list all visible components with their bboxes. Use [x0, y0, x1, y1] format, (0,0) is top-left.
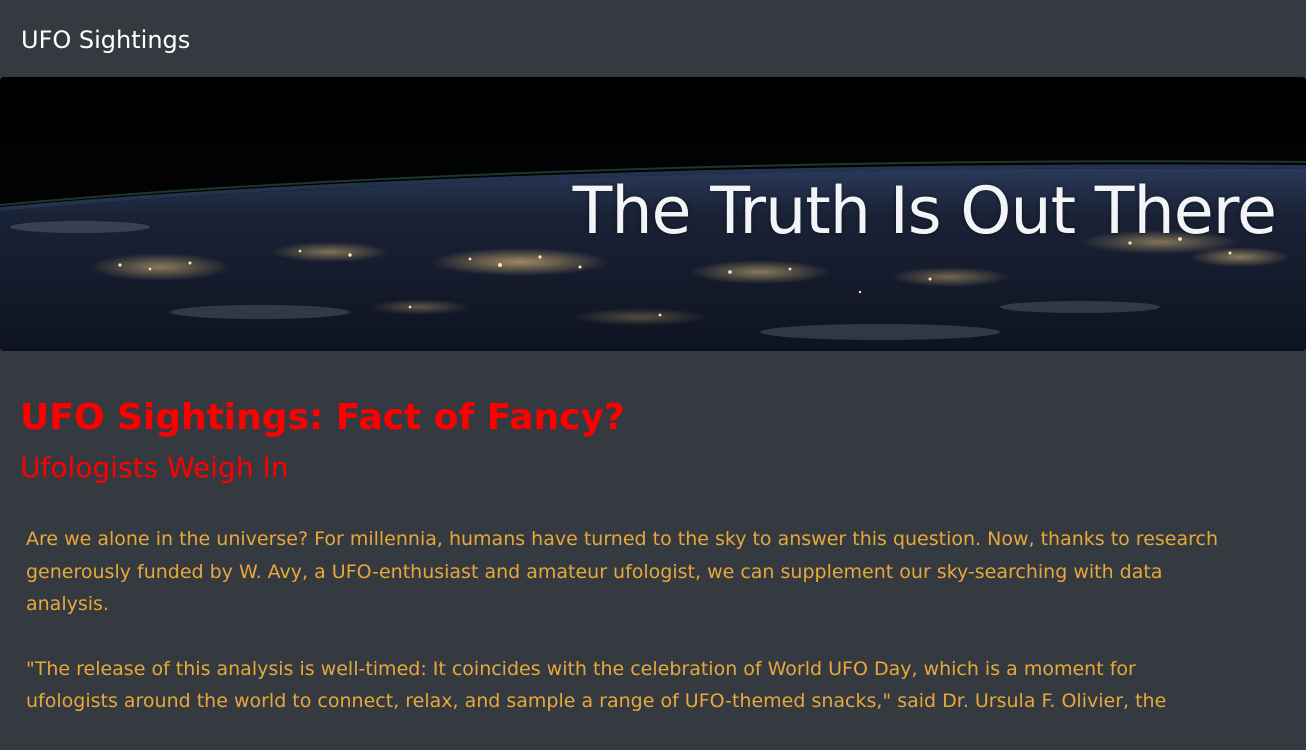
hero-banner: The Truth Is Out There — [0, 77, 1306, 351]
navbar-brand-link[interactable]: UFO Sightings — [21, 24, 190, 56]
article-paragraph: "The release of this analysis is well-ti… — [26, 657, 1167, 713]
article-subheadline: Ufologists Weigh In — [20, 451, 289, 484]
navbar: UFO Sightings — [0, 0, 1306, 77]
article-paragraph: Are we alone in the universe? For millen… — [26, 528, 1219, 615]
article-headline: UFO Sightings: Fact of Fancy? — [20, 397, 625, 438]
hero-title: The Truth Is Out There — [572, 174, 1277, 249]
article-body: Are we alone in the universe? For millen… — [26, 523, 1226, 750]
